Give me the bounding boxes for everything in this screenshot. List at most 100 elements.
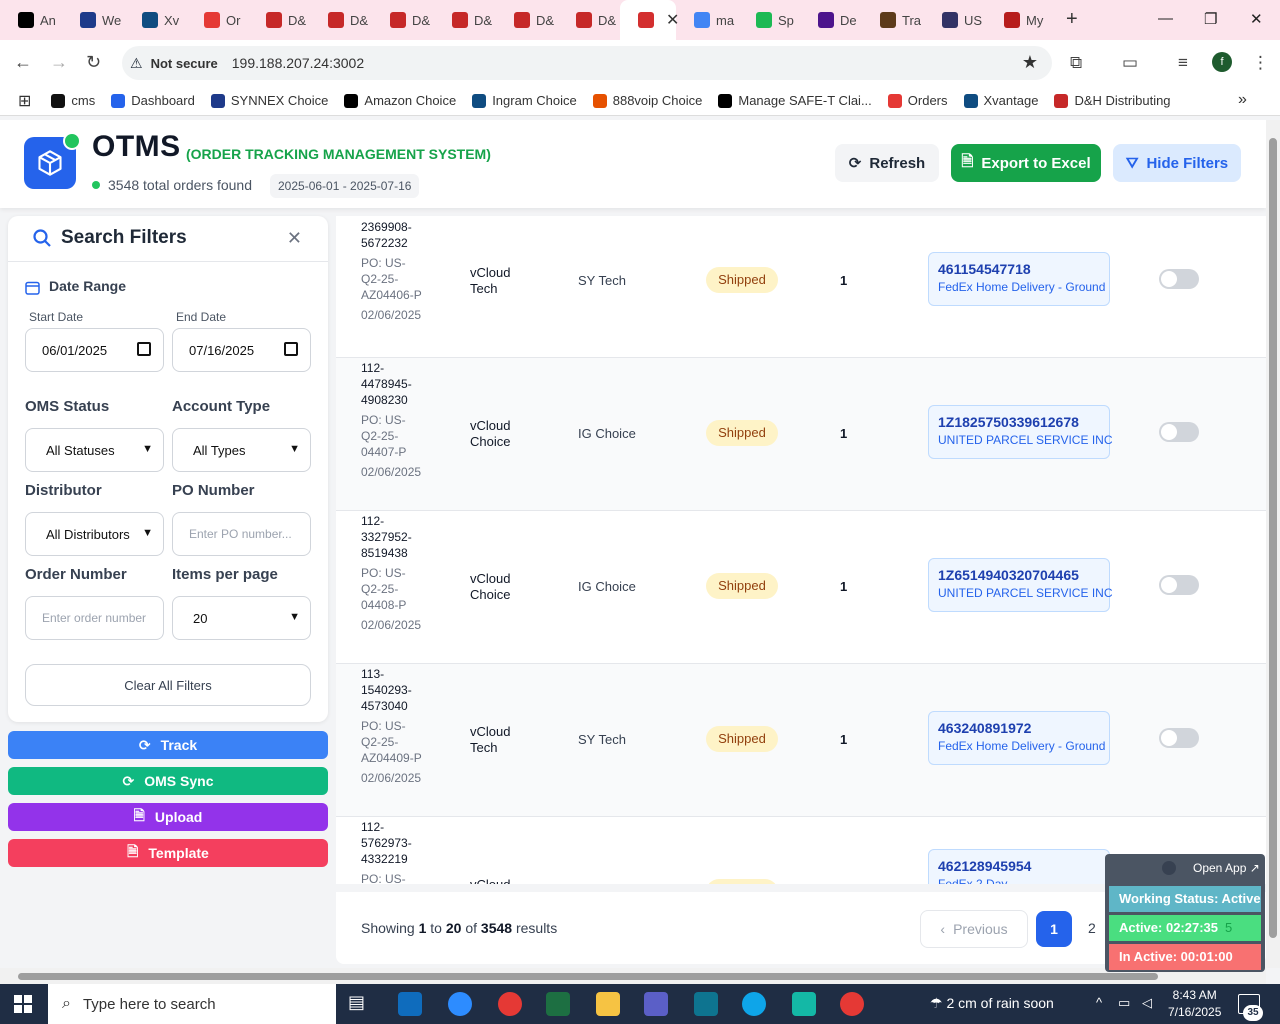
taskbar-search[interactable]: ⌕ Type here to search	[48, 984, 336, 1024]
bookmark-item[interactable]: SYNNEX Choice	[210, 93, 328, 108]
file-explorer-icon[interactable]	[596, 992, 620, 1016]
minimize-icon[interactable]: —	[1158, 10, 1173, 27]
browser-tab[interactable]: Tra	[862, 0, 924, 40]
items-per-page-select[interactable]: 20 ▼	[172, 596, 311, 640]
upload-button[interactable]: 🗎 Upload	[8, 803, 328, 831]
browser-tab[interactable]: D&	[372, 0, 434, 40]
tracking-number[interactable]: 1Z6514940320704465	[938, 567, 1100, 583]
start-date-input[interactable]: 06/01/2025	[25, 328, 164, 372]
windows-start-icon[interactable]	[14, 995, 32, 1013]
browser-tab[interactable]: D&	[558, 0, 620, 40]
previous-page-button[interactable]: ‹ Previous	[920, 910, 1028, 948]
bookmark-item[interactable]: Orders	[887, 93, 948, 108]
new-tab-button[interactable]: +	[1066, 8, 1078, 31]
distributor-select[interactable]: All Distributors ▼	[25, 512, 164, 556]
status-toggle[interactable]	[1159, 269, 1199, 289]
taskbar-clock[interactable]: 8:43 AM 7/16/2025	[1168, 987, 1221, 1021]
volume-icon[interactable]: ◁	[1142, 995, 1152, 1011]
profile-avatar[interactable]: f	[1212, 52, 1232, 72]
bookmark-item[interactable]: Dashboard	[111, 93, 195, 108]
browser-tab[interactable]: We	[62, 0, 124, 40]
weather-widget[interactable]: ☂ 2 cm of rain soon	[930, 995, 1054, 1012]
teams-icon[interactable]	[644, 992, 668, 1016]
close-filters-icon[interactable]: ✕	[287, 228, 302, 249]
window-close-icon[interactable]: ✕	[1250, 10, 1263, 28]
refresh-button[interactable]: ⟳ Refresh	[835, 144, 939, 182]
network-icon[interactable]: ▭	[1118, 995, 1130, 1011]
chrome-icon[interactable]	[498, 992, 522, 1016]
tracking-card[interactable]: 462128945954 FedEx 2 Day	[928, 849, 1110, 884]
tracking-number[interactable]: 1Z1825750339612678	[938, 414, 1100, 430]
browser-tab[interactable]: Xv	[124, 0, 186, 40]
end-date-input[interactable]: 07/16/2025	[172, 328, 311, 372]
order-number-input[interactable]: Enter order number	[25, 596, 164, 640]
apps-grid-icon[interactable]: ⊞	[18, 91, 31, 111]
app-icon[interactable]	[792, 992, 816, 1016]
app-icon[interactable]	[694, 992, 718, 1016]
vertical-scrollbar[interactable]	[1266, 120, 1280, 968]
zoom-icon[interactable]	[448, 992, 472, 1016]
tracking-card[interactable]: 1Z6514940320704465 UNITED PARCEL SERVICE …	[928, 558, 1112, 612]
tracking-card[interactable]: 461154547718 FedEx Home Delivery - Ground	[928, 252, 1110, 306]
bookmark-star-icon[interactable]: ★	[1022, 52, 1038, 73]
url-bar[interactable]: ⚠ Not secure 199.188.207.24:3002 ★	[122, 46, 1052, 80]
outlook-icon[interactable]	[398, 992, 422, 1016]
browser-tab[interactable]: My	[986, 0, 1048, 40]
browser-tab[interactable]: US	[924, 0, 986, 40]
edge-icon[interactable]	[742, 992, 766, 1016]
status-toggle[interactable]	[1159, 422, 1199, 442]
chevron-up-icon[interactable]: ^	[1096, 995, 1102, 1010]
more-bookmarks-icon[interactable]: »	[1238, 91, 1247, 109]
task-view-icon[interactable]: ▤	[348, 992, 372, 1016]
security-label[interactable]: Not secure	[151, 56, 218, 71]
tracking-number[interactable]: 462128945954	[938, 858, 1100, 874]
browser-tab[interactable]: An	[0, 0, 62, 40]
status-toggle[interactable]	[1159, 728, 1199, 748]
browser-tab[interactable]: Or	[186, 0, 248, 40]
url-text[interactable]: 199.188.207.24:3002	[232, 55, 364, 71]
excel-icon[interactable]	[546, 992, 570, 1016]
browser-tab[interactable]: D&	[248, 0, 310, 40]
extensions-icon[interactable]: ⧉	[1070, 53, 1082, 73]
browser-tab[interactable]: D&	[496, 0, 558, 40]
account-type-select[interactable]: All Types ▼	[172, 428, 311, 472]
close-tab-icon[interactable]: ✕	[666, 10, 679, 30]
browser-tab[interactable]: ma	[676, 0, 738, 40]
page-1-button[interactable]: 1	[1036, 911, 1072, 947]
template-button[interactable]: 🗎 Template	[8, 839, 328, 867]
forward-icon[interactable]: →	[50, 52, 68, 73]
warning-icon[interactable]: ⚠	[130, 55, 143, 72]
browser-tab[interactable]: Sp	[738, 0, 800, 40]
cast-icon[interactable]: ▭	[1122, 53, 1138, 73]
bookmark-item[interactable]: Manage SAFE-T Clai...	[718, 93, 872, 108]
maximize-icon[interactable]: ❐	[1204, 10, 1217, 28]
status-toggle[interactable]	[1159, 575, 1199, 595]
po-number-input[interactable]: Enter PO number...	[172, 512, 311, 556]
tracking-number[interactable]: 461154547718	[938, 261, 1100, 277]
export-excel-button[interactable]: 🗎 Export to Excel	[951, 144, 1101, 182]
notification-icon[interactable]: 35	[1238, 994, 1263, 1021]
bookmark-item[interactable]: D&H Distributing	[1054, 93, 1171, 108]
horizontal-scrollbar[interactable]	[0, 968, 1266, 984]
page-2-button[interactable]: 2	[1088, 920, 1096, 936]
browser-tab[interactable]: De	[800, 0, 862, 40]
open-app-link[interactable]: Open App ↗	[1193, 861, 1260, 875]
media-icon[interactable]: ≡	[1178, 53, 1188, 73]
back-icon[interactable]: ←	[14, 52, 32, 73]
bookmark-item[interactable]: Xvantage	[963, 93, 1038, 108]
browser-tab[interactable]: D&	[434, 0, 496, 40]
chrome-icon[interactable]	[840, 992, 864, 1016]
track-button[interactable]: ⟳ Track	[8, 731, 328, 759]
tracking-card[interactable]: 463240891972 FedEx Home Delivery - Ground	[928, 711, 1110, 765]
menu-dots-icon[interactable]: ⋮	[1252, 53, 1269, 73]
hide-filters-button[interactable]: ⛛ Hide Filters	[1113, 144, 1241, 182]
browser-tab[interactable]: D&	[310, 0, 372, 40]
clear-filters-button[interactable]: Clear All Filters	[25, 664, 311, 706]
toggle-icon[interactable]	[1162, 861, 1176, 875]
oms-status-select[interactable]: All Statuses ▼	[25, 428, 164, 472]
bookmark-item[interactable]: cms	[51, 93, 95, 108]
oms-sync-button[interactable]: ⟳ OMS Sync	[8, 767, 328, 795]
bookmark-item[interactable]: Amazon Choice	[344, 93, 456, 108]
reload-icon[interactable]: ↻	[86, 52, 101, 73]
bookmark-item[interactable]: Ingram Choice	[472, 93, 577, 108]
